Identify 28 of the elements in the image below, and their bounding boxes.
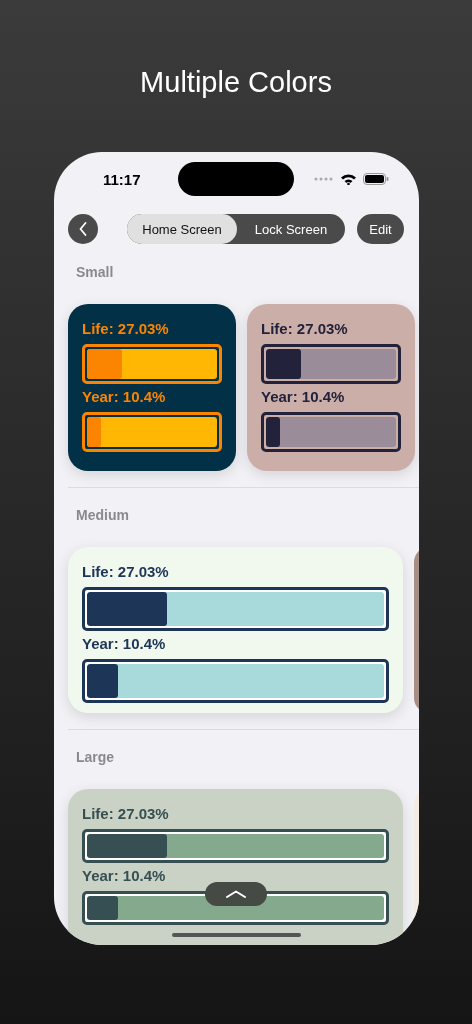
- back-button[interactable]: [68, 214, 98, 244]
- status-time: 11:17: [103, 170, 141, 188]
- back-chevron-icon: [79, 222, 87, 236]
- widget-card[interactable]: Life: 27.03% Year: 10.4%: [68, 547, 403, 713]
- progress-label: Year: 10.4%: [82, 634, 167, 654]
- edit-button[interactable]: Edit: [357, 214, 404, 244]
- section-title: Small: [76, 263, 115, 281]
- progress-label: Year: 10.4%: [82, 387, 167, 407]
- progress-label: Life: 27.03%: [261, 319, 349, 339]
- widget-card[interactable]: Life: 27.03% Year: 10.4%: [247, 304, 415, 471]
- progress-label: Life: 27.03%: [82, 804, 170, 824]
- section-title: Medium: [76, 506, 130, 524]
- collapse-button[interactable]: [205, 882, 267, 906]
- widget-card[interactable]: Life: 27.03% Year: 10.4%: [68, 304, 236, 471]
- battery-icon: [363, 173, 389, 185]
- widget-card[interactable]: Life: 27.03% Year: 10.4%: [68, 789, 403, 945]
- progress-label: Life: 27.03%: [82, 562, 170, 582]
- progress-label: Year: 10.4%: [82, 866, 167, 886]
- chevron-up-icon: [226, 890, 246, 898]
- segment-tab[interactable]: Home Screen: [127, 214, 237, 244]
- segment-tab[interactable]: Lock Screen: [237, 214, 345, 244]
- segmented-control[interactable]: Home Screen Lock Screen: [127, 214, 345, 244]
- section-title: Large: [76, 748, 116, 766]
- page-title: Multiple Colors: [140, 65, 332, 100]
- signal-dots-icon: [314, 177, 334, 181]
- wifi-icon: [340, 173, 357, 185]
- progress-label: Year: 10.4%: [261, 387, 346, 407]
- progress-label: Life: 27.03%: [82, 319, 170, 339]
